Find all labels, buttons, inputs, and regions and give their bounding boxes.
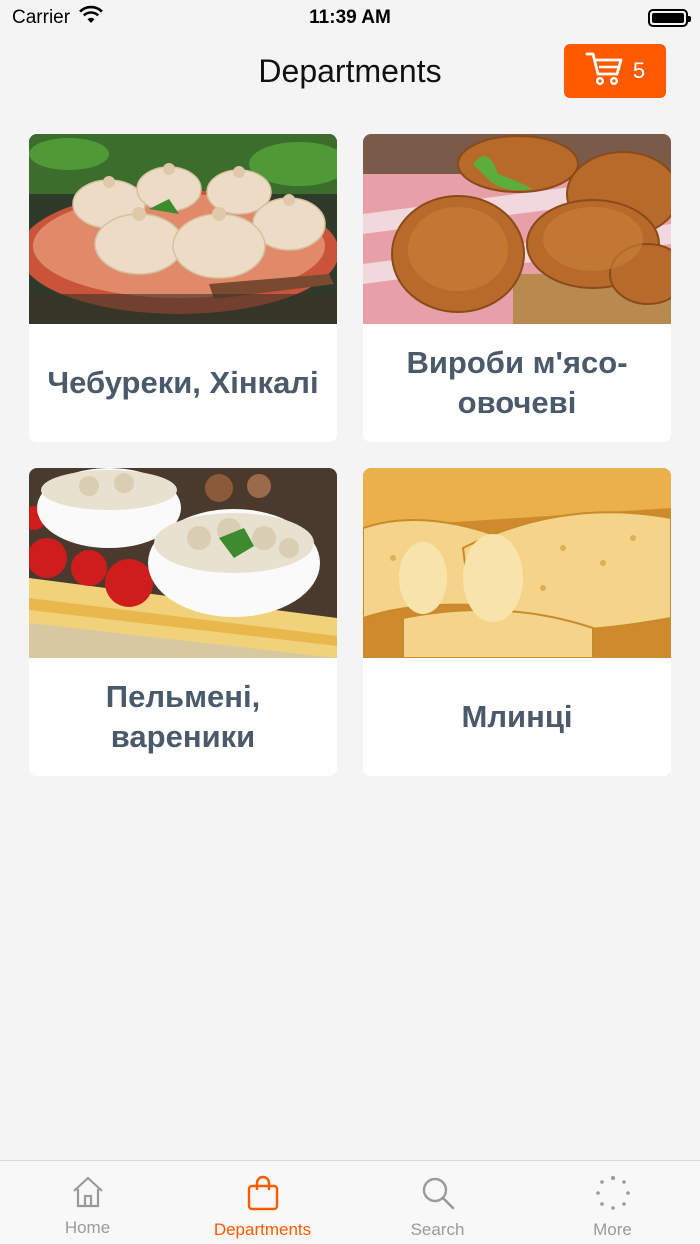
status-left: Carrier (12, 5, 104, 31)
department-label: Пельмені, вареники (105, 678, 261, 754)
page-title: Departments (258, 52, 442, 89)
cart-icon (585, 50, 625, 92)
department-label: Вироби м'ясо-овочеві (406, 344, 628, 420)
tab-home[interactable]: Home (0, 1161, 175, 1244)
cart-count: 5 (632, 58, 646, 83)
department-image (29, 468, 337, 658)
shopping-bag-icon (245, 1175, 281, 1216)
department-card[interactable]: Вироби м'ясо-овочеві (363, 134, 671, 442)
department-card[interactable]: Млинці (363, 468, 671, 776)
header: Departments 5 (0, 40, 700, 102)
more-dots-icon (595, 1175, 631, 1216)
tab-more[interactable]: More (525, 1161, 700, 1244)
status-bar: Carrier 11:39 AM (0, 0, 700, 36)
department-card[interactable]: Пельмені, вареники (29, 468, 337, 776)
tab-departments[interactable]: Departments (175, 1161, 350, 1244)
departments-grid: Чебуреки, Хінкалі Вироби м'ясо-овочеві П… (29, 134, 671, 776)
department-image (29, 134, 337, 324)
screen: Carrier 11:39 AM Departments 5 Чебуреки,… (0, 0, 700, 1244)
department-label: Чебуреки, Хінкалі (47, 364, 319, 400)
department-image (363, 468, 671, 658)
tab-label: Departments (213, 1220, 312, 1239)
carrier-label: Carrier (12, 7, 71, 28)
department-card[interactable]: Чебуреки, Хінкалі (29, 134, 337, 442)
home-icon (70, 1175, 106, 1214)
department-image (363, 134, 671, 324)
wifi-icon (78, 5, 104, 31)
tab-label: More (593, 1220, 632, 1239)
tab-search[interactable]: Search (350, 1161, 525, 1244)
tab-bar: Home Departments Search More (0, 1160, 700, 1244)
status-time: 11:39 AM (309, 7, 391, 28)
battery-icon (648, 9, 691, 27)
cart-button[interactable]: 5 (564, 44, 666, 98)
search-icon (420, 1175, 456, 1216)
department-label: Млинці (461, 698, 573, 734)
tab-label: Search (410, 1220, 465, 1239)
tab-label: Home (64, 1218, 111, 1237)
